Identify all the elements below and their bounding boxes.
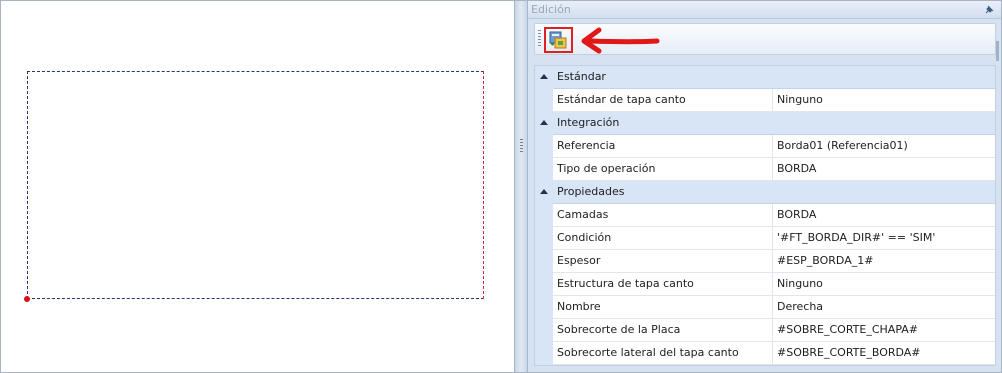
add-button-highlight	[544, 27, 573, 53]
property-name: Nombre	[553, 296, 773, 319]
panel-outline-shape[interactable]	[27, 71, 484, 299]
property-value[interactable]: #SOBRE_CORTE_CHAPA#	[773, 319, 995, 342]
property-name: Estructura de tapa canto	[553, 273, 773, 296]
property-row[interactable]: Camadas BORDA	[535, 204, 995, 227]
property-name: Sobrecorte de la Placa	[553, 319, 773, 342]
property-row[interactable]: Sobrecorte lateral del tapa canto #SOBRE…	[535, 342, 995, 365]
property-grid: Estándar Estándar de tapa canto Ninguno …	[534, 65, 996, 366]
property-name: Camadas	[553, 204, 773, 227]
pin-icon[interactable]	[983, 4, 995, 16]
property-row[interactable]: Tipo de operación BORDA	[535, 158, 995, 181]
collapse-icon[interactable]	[540, 189, 548, 194]
property-value[interactable]: Ninguno	[773, 89, 995, 112]
property-row[interactable]: Estándar de tapa canto Ninguno	[535, 89, 995, 112]
property-value[interactable]: Ninguno	[773, 273, 995, 296]
edit-toolbar	[534, 23, 996, 55]
property-value[interactable]: #ESP_BORDA_1#	[773, 250, 995, 273]
property-value[interactable]: BORDA	[773, 204, 995, 227]
toolbar-grip-icon[interactable]	[538, 30, 541, 48]
collapse-icon[interactable]	[540, 74, 548, 79]
category-label: Estándar	[553, 66, 995, 89]
property-row[interactable]: Sobrecorte de la Placa #SOBRE_CORTE_CHAP…	[535, 319, 995, 342]
property-value[interactable]: BORDA	[773, 158, 995, 181]
property-value[interactable]: #SOBRE_CORTE_BORDA#	[773, 342, 995, 365]
property-value[interactable]: '#FT_BORDA_DIR#' == 'SIM'	[773, 227, 995, 250]
property-name: Tipo de operación	[553, 158, 773, 181]
category-row-propiedades[interactable]: Propiedades	[535, 181, 995, 204]
property-row[interactable]: Nombre Derecha	[535, 296, 995, 319]
drawing-canvas[interactable]	[1, 1, 514, 372]
property-value[interactable]: Derecha	[773, 296, 995, 319]
panel-splitter[interactable]	[514, 1, 528, 372]
collapse-icon[interactable]	[540, 120, 548, 125]
panel-scrollbar[interactable]	[996, 41, 999, 61]
category-row-estandar[interactable]: Estándar	[535, 66, 995, 89]
pointer-arrow-icon	[581, 27, 660, 54]
property-row[interactable]: Espesor #ESP_BORDA_1#	[535, 250, 995, 273]
property-name: Condición	[553, 227, 773, 250]
shape-origin-point[interactable]	[24, 296, 30, 302]
panel-title: Edición	[531, 3, 571, 16]
property-row[interactable]: Condición '#FT_BORDA_DIR#' == 'SIM'	[535, 227, 995, 250]
property-name: Espesor	[553, 250, 773, 273]
property-name: Referencia	[553, 135, 773, 158]
category-row-integracion[interactable]: Integración	[535, 112, 995, 135]
property-name: Sobrecorte lateral del tapa canto	[553, 342, 773, 365]
category-label: Integración	[553, 112, 995, 135]
property-name: Estándar de tapa canto	[553, 89, 773, 112]
property-row[interactable]: Estructura de tapa canto Ninguno	[535, 273, 995, 296]
edit-panel: Edición Estándar Estándar de tapa canto	[528, 1, 1001, 372]
property-row[interactable]: Referencia Borda01 (Referencia01)	[535, 135, 995, 158]
property-value[interactable]: Borda01 (Referencia01)	[773, 135, 995, 158]
category-label: Propiedades	[553, 181, 995, 204]
splitter-grip-icon[interactable]	[520, 139, 523, 153]
panel-header: Edición	[528, 1, 1001, 19]
